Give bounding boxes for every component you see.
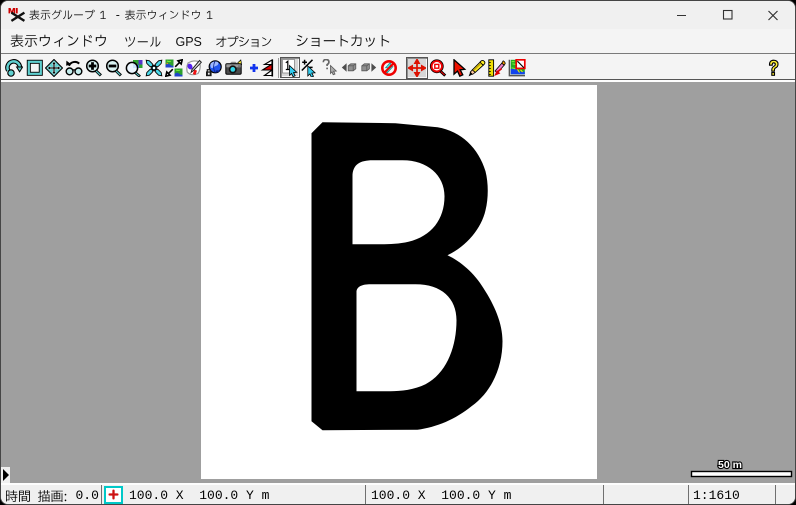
- svg-text:50 m: 50 m: [718, 459, 742, 471]
